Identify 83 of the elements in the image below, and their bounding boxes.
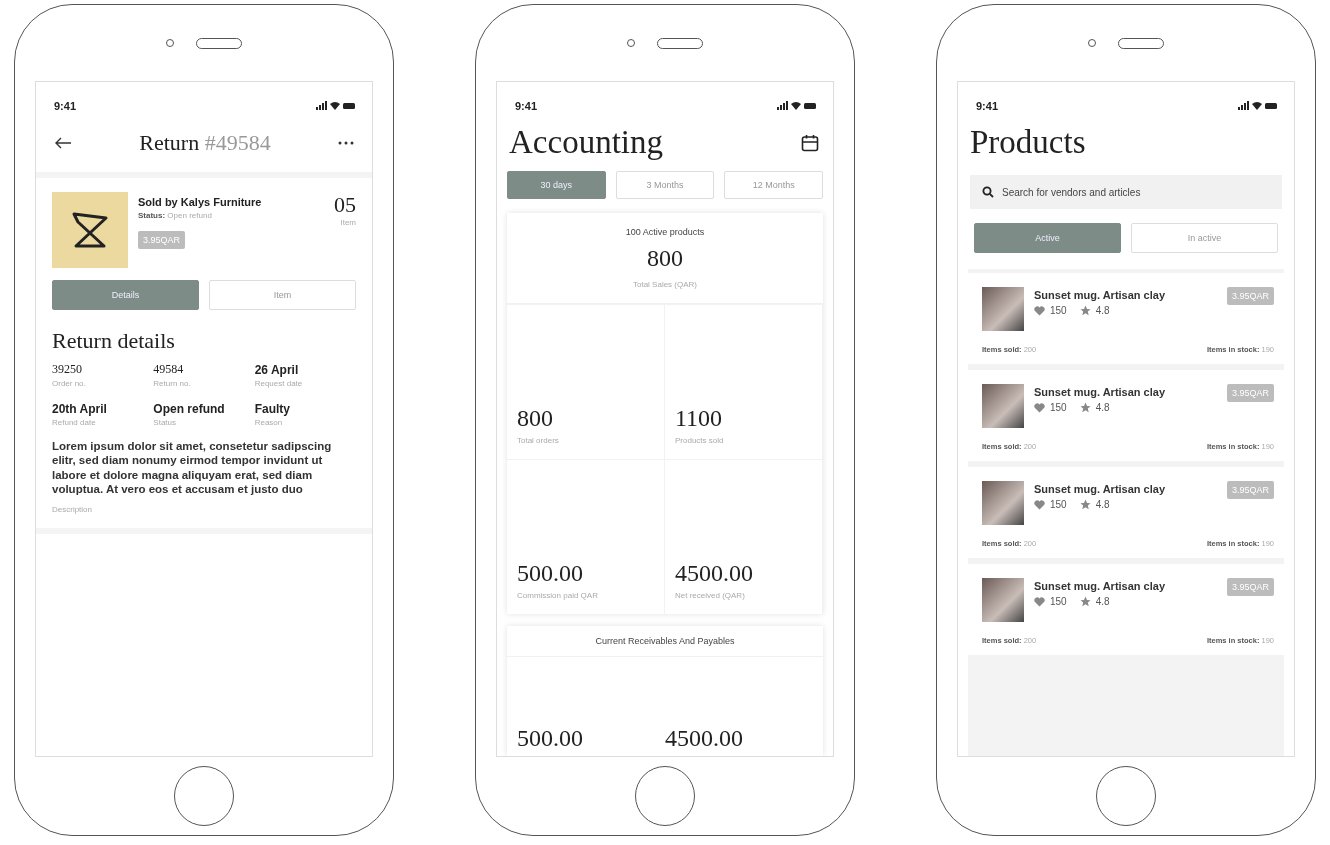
tab[interactable]: 30 days	[507, 171, 606, 199]
product-name: Sunset mug. Artisan clay	[1034, 386, 1167, 398]
description-label: Description	[52, 504, 93, 514]
more-icon[interactable]	[338, 141, 354, 145]
stat-value: 800	[647, 245, 683, 272]
item-count-label: Item	[340, 218, 356, 227]
home-button[interactable]	[635, 766, 695, 826]
heart-icon	[1034, 305, 1045, 316]
stat-value: 4500.00	[665, 725, 744, 752]
status-time: 9:41	[976, 100, 999, 112]
price-badge: 3.95QAR	[1226, 287, 1274, 305]
stat-label: Commission paid QAR	[517, 591, 599, 600]
photo-placeholder	[982, 287, 1024, 331]
stat-label: Net received (QAR)	[675, 591, 746, 600]
stat-label: Total orders	[517, 436, 560, 445]
tab[interactable]: 3 Months	[615, 171, 715, 199]
screen-title: Return #49584	[139, 130, 271, 156]
price-badge: 3.95QAR	[1226, 384, 1274, 402]
stat-value: 4500.00	[675, 560, 754, 587]
tab[interactable]: In active	[1131, 223, 1278, 253]
detail-value: 49584	[153, 362, 185, 377]
detail-value: Faulty	[254, 402, 291, 416]
screen-title: Accounting	[509, 124, 663, 161]
heart-icon	[1034, 596, 1045, 607]
stat-label: Products sold	[675, 436, 725, 445]
calendar-icon[interactable]	[801, 133, 819, 152]
detail-label: Request date	[254, 379, 304, 388]
tab[interactable]: Details	[52, 280, 199, 310]
status-time: 9:41	[54, 100, 77, 112]
tab[interactable]: 12 Months	[724, 171, 823, 199]
item-count: 05	[334, 192, 356, 218]
status-icons	[316, 101, 356, 111]
vendor-name: Sold by Kalys Furniture	[138, 196, 262, 208]
detail-label: Return no.	[153, 379, 192, 388]
tab[interactable]: Active	[974, 223, 1121, 253]
detail-value: 39250	[52, 362, 83, 377]
star-icon	[1079, 596, 1091, 607]
star-icon	[1079, 305, 1091, 316]
rating: 4.8	[1095, 402, 1110, 413]
stat-value: 500.00	[517, 725, 584, 752]
product-name: Sunset mug. Artisan clay	[1034, 289, 1167, 301]
detail-value: Open refund	[153, 402, 226, 416]
stat-value: 800	[517, 405, 554, 432]
status-icons	[777, 101, 817, 111]
card-heading: Current Receivables And Payables	[507, 626, 823, 657]
stat-label: Total Sales (QAR)	[633, 280, 697, 289]
stat-value: 500.00	[517, 560, 584, 587]
back-arrow-icon[interactable]	[54, 137, 72, 149]
heart-icon	[1034, 499, 1045, 510]
photo-placeholder	[982, 481, 1024, 525]
status-time: 9:41	[515, 100, 538, 112]
photo-placeholder	[982, 578, 1024, 622]
price-badge: 3.95QAR	[1226, 578, 1274, 596]
screen-title: Products	[970, 124, 1086, 161]
heart-icon	[1034, 402, 1045, 413]
card-heading: 100 Active products	[625, 227, 705, 237]
detail-label: Reason	[254, 418, 284, 427]
product-name: Sunset mug. Artisan clay	[1034, 580, 1167, 592]
stat-value: 1100	[675, 405, 724, 432]
detail-label: Order no.	[52, 379, 87, 388]
detail-value: 26 April	[254, 363, 300, 377]
rating: 4.8	[1095, 499, 1110, 510]
star-icon	[1079, 499, 1091, 510]
status-icons	[1238, 101, 1278, 111]
like-count: 150	[1050, 499, 1067, 510]
detail-value: 20th April	[52, 402, 108, 416]
vendor-status: Status: Open refund	[138, 211, 212, 220]
star-icon	[1079, 402, 1091, 413]
like-count: 150	[1050, 596, 1067, 607]
description-text: Lorem ipsum dolor sit amet, consetetur sadipscing elitr, sed diam nonumy eirmod tempor invidunt ut labore et dolore magna aliquyam erat, sed diam voluptua. At vero eos et accusam et justo duo	[52, 439, 333, 497]
like-count: 150	[1050, 402, 1067, 413]
like-count: 150	[1050, 305, 1067, 316]
rating: 4.8	[1095, 305, 1110, 316]
product-name: Sunset mug. Artisan clay	[1034, 483, 1167, 495]
detail-label: Refund date	[52, 418, 97, 427]
search-field[interactable]: Search for vendors and articles	[970, 175, 1282, 209]
price-badge: 3.95QAR	[1226, 481, 1274, 499]
price-badge: 3.95QAR	[138, 231, 186, 249]
rating: 4.8	[1095, 596, 1110, 607]
section-title: Return details	[52, 328, 176, 354]
photo-placeholder	[982, 384, 1024, 428]
tab[interactable]: Item	[209, 280, 356, 310]
detail-label: Status	[153, 418, 177, 427]
